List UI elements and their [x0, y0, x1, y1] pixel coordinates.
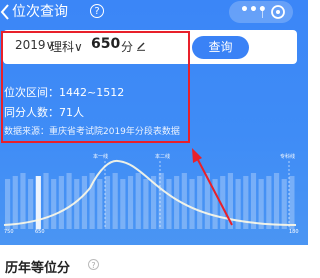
chart-bar: [127, 176, 134, 229]
line-label: 专科线: [280, 153, 295, 160]
score-distribution-chart: 本一线 本二线 专科线 750 650 180: [3, 153, 299, 235]
close-circle-icon[interactable]: [270, 4, 286, 20]
chart-bar: [120, 179, 126, 229]
chart-bar: [197, 176, 203, 229]
chart-bar: [189, 179, 195, 229]
annotation-highlight-box: [1, 31, 190, 143]
mini-program-capsule: •••: [229, 1, 293, 23]
query-button[interactable]: 查询: [192, 36, 249, 59]
chart-bar: [181, 173, 187, 229]
x-tick-label: 750: [4, 229, 14, 235]
chart-bar: [135, 173, 141, 229]
back-arrow-icon[interactable]: [0, 3, 10, 21]
chart-bar: [51, 179, 57, 229]
question-circle-icon[interactable]: ?: [90, 4, 104, 18]
chart-bar: [104, 176, 111, 229]
chart-bar: [5, 179, 11, 229]
chart-bar: [12, 176, 18, 229]
capsule-divider: [262, 6, 263, 18]
chart-bar: [66, 173, 72, 229]
chart-bar: [20, 173, 26, 229]
page-title: 位次查询: [12, 4, 68, 20]
chart-bar: [166, 179, 172, 229]
chart-bar: [250, 173, 257, 229]
chart-bars: [5, 173, 295, 229]
info-circle-icon[interactable]: ?: [88, 259, 99, 270]
x-tick-label: 180: [289, 229, 299, 235]
chart-bar: [220, 176, 226, 229]
chart-bar: [281, 179, 287, 229]
section-title: 历年等位分: [5, 261, 71, 276]
chart-bar: [43, 173, 49, 229]
top-bar: 位次查询 ? •••: [0, 0, 308, 28]
chart-bar: [158, 173, 164, 229]
chart-bar: [81, 176, 88, 229]
chart-bar: [143, 179, 149, 229]
chart-bar: [258, 179, 264, 229]
chart-bar: [273, 173, 280, 229]
chart-bar: [212, 179, 218, 229]
chart-bar: [112, 173, 118, 229]
chart-bar: [174, 176, 180, 229]
line-label: 本一线: [93, 153, 108, 160]
chart-bar: [289, 176, 295, 229]
chart-bar: [58, 176, 64, 229]
chart-bar: [74, 179, 80, 229]
line-label: 本二线: [155, 153, 170, 160]
chart-bar: [204, 173, 210, 229]
chart-bar: [97, 179, 103, 229]
chart-bar: [266, 176, 272, 229]
x-tick-label: 650: [35, 229, 45, 235]
